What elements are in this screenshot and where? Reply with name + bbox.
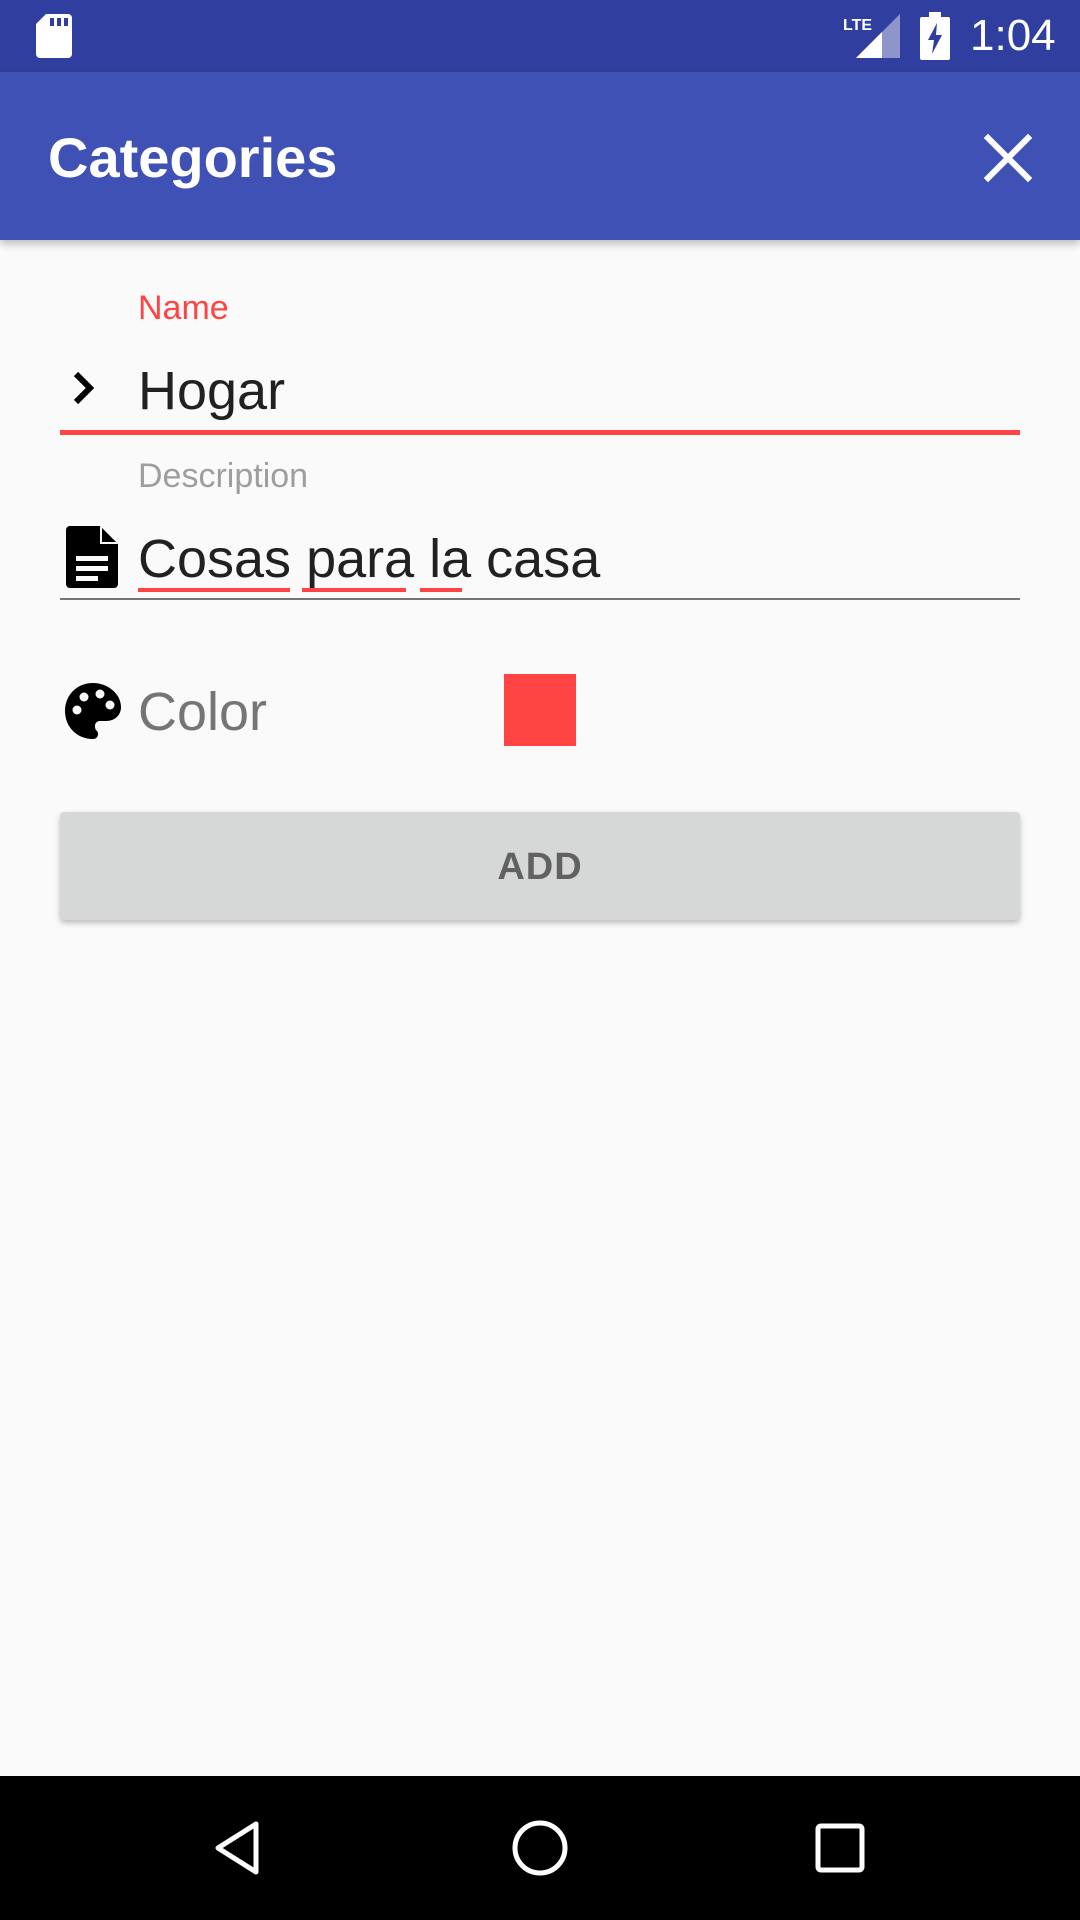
name-field[interactable] (138, 358, 1018, 424)
description-label: Description (138, 457, 309, 495)
page-title: Categories (48, 126, 338, 189)
palette-icon (65, 683, 121, 739)
color-label: Color (138, 682, 268, 742)
lte-label: LTE (843, 17, 872, 34)
home-icon[interactable] (504, 1812, 576, 1884)
chevron-right-icon (73, 371, 95, 405)
name-underline (60, 430, 1020, 435)
recents-icon[interactable] (804, 1812, 876, 1884)
sd-card-icon (36, 14, 72, 58)
name-label: Name (138, 289, 229, 327)
status-time: 1:04 (970, 11, 1056, 60)
app-bar: Categories (0, 72, 1080, 240)
close-icon[interactable] (974, 124, 1042, 192)
add-button[interactable]: ADD (60, 812, 1020, 920)
lte-signal-icon: LTE (843, 14, 900, 58)
battery-charging-icon (920, 12, 950, 60)
color-swatch[interactable] (504, 674, 576, 746)
back-icon[interactable] (204, 1812, 276, 1884)
description-underline (60, 598, 1020, 600)
description-field[interactable] (138, 526, 1018, 592)
document-icon (66, 526, 118, 588)
spellcheck-underline (138, 588, 290, 592)
status-bar: LTE 1:04 (0, 0, 1080, 72)
screen: LTE 1:04 Categories Name Description (0, 0, 1080, 1920)
spellcheck-underline (302, 588, 406, 592)
spellcheck-underline (420, 588, 462, 592)
navigation-bar (0, 1776, 1080, 1920)
